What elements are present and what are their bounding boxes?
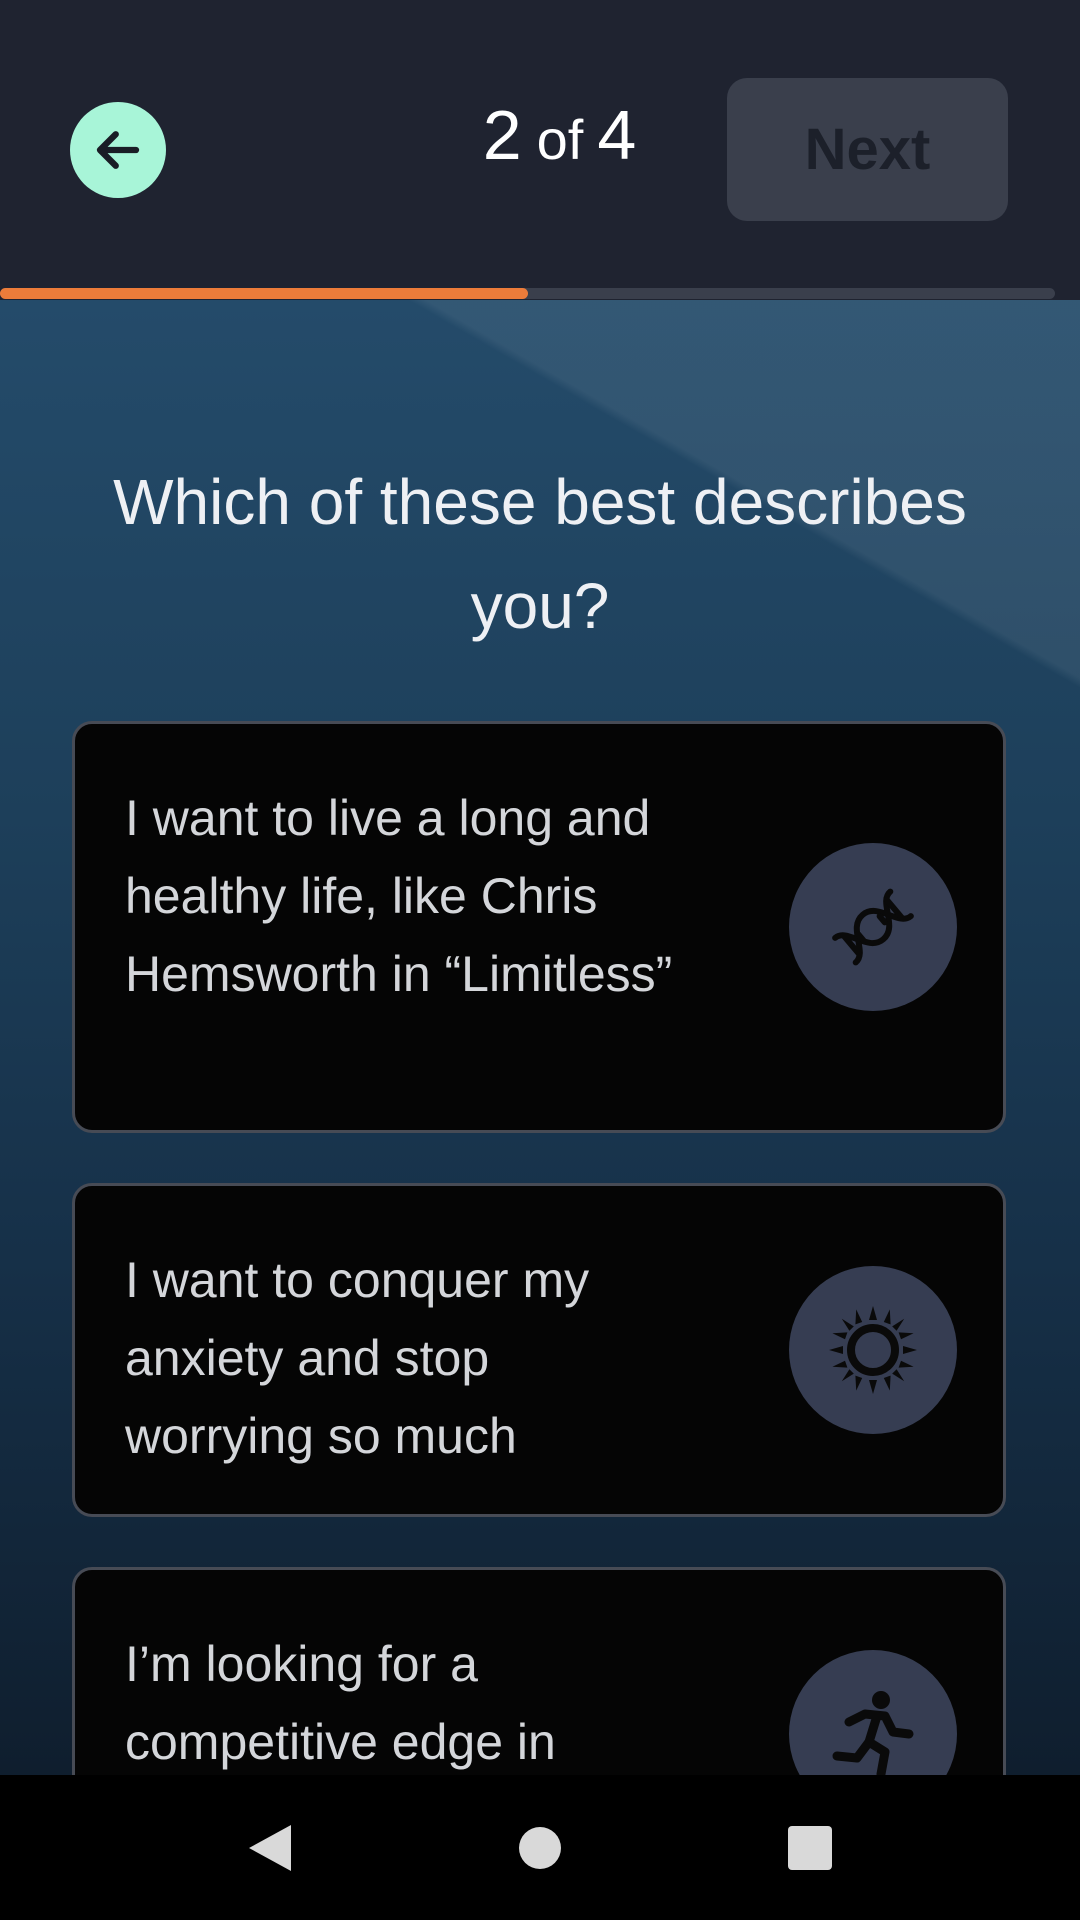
option-icon-badge [789, 843, 957, 1011]
top-bar: 2 of 4 Next [0, 0, 1080, 300]
running-person-icon [832, 1691, 914, 1775]
step-total: 4 [597, 96, 638, 174]
progress-bar-fill [0, 288, 528, 299]
sun-icon [829, 1306, 917, 1394]
nav-home-circle-icon [519, 1826, 561, 1869]
nav-back-triangle-icon [249, 1824, 291, 1871]
nav-back-button[interactable] [225, 1775, 315, 1920]
next-button[interactable]: Next [727, 78, 1008, 221]
step-counter: 2 of 4 [430, 95, 690, 195]
system-nav-bar [0, 1775, 1080, 1920]
option-icon-badge [789, 1650, 957, 1775]
option-card-competitive[interactable]: I’m looking for a competitive edge in [72, 1567, 1006, 1775]
back-button[interactable] [70, 102, 166, 198]
nav-home-button[interactable] [495, 1775, 585, 1920]
option-card-anxiety[interactable]: I want to conquer my anxiety and stop wo… [72, 1183, 1006, 1517]
option-icon-badge [789, 1266, 957, 1434]
option-text: I want to conquer my anxiety and stop wo… [125, 1252, 590, 1464]
step-current: 2 [482, 96, 523, 174]
nav-recents-button[interactable] [765, 1775, 855, 1920]
step-of-label: of [536, 108, 584, 171]
option-text: I want to live a long and healthy life, … [125, 790, 673, 1002]
question-screen[interactable]: Which of these best describes you? I wan… [0, 300, 1080, 1775]
question-title: Which of these best describes you? [113, 466, 967, 642]
nav-recents-square-icon [788, 1825, 832, 1870]
progress-bar [0, 288, 1055, 299]
option-card-longevity[interactable]: I want to live a long and healthy life, … [72, 721, 1006, 1133]
option-text: I’m looking for a competitive edge in [125, 1636, 556, 1770]
arrow-left-icon [96, 131, 140, 169]
dna-icon [832, 888, 914, 966]
